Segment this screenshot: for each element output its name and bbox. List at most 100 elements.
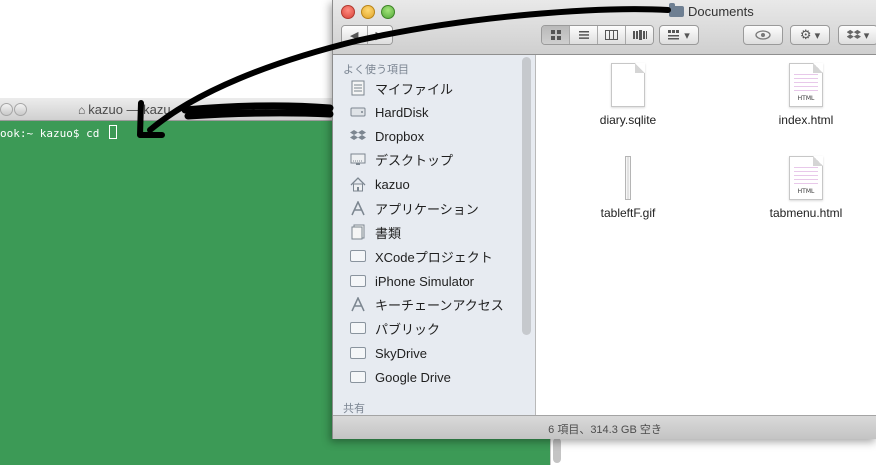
dropbox-button[interactable]: ▾ xyxy=(838,25,876,45)
sidebar-item-label: SkyDrive xyxy=(375,345,428,361)
icon-view-button[interactable] xyxy=(542,26,570,44)
view-mode-control xyxy=(541,25,654,45)
harddisk-icon xyxy=(349,104,367,120)
coverflow-view-button[interactable] xyxy=(626,26,653,44)
arrange-button[interactable]: ▾ xyxy=(659,25,699,45)
file-browser[interactable]: diary.sqlite HTML index.html tableftF.gi… xyxy=(536,55,876,415)
sidebar-item-home[interactable]: kazuo xyxy=(349,173,410,195)
sidebar-item-label: マイファイル xyxy=(375,81,454,97)
folder-icon xyxy=(349,248,367,264)
html-tag: HTML xyxy=(797,188,815,195)
sidebar-item-label: キーチェーンアクセス xyxy=(375,297,504,313)
sidebar-item-google-drive[interactable]: Google Drive xyxy=(349,366,451,388)
dropbox-icon xyxy=(846,29,861,39)
close-button[interactable] xyxy=(341,5,355,19)
terminal-title: ⌂ kazuo — kazu xyxy=(78,102,171,117)
file-name: tableftF.gif xyxy=(600,206,656,220)
sidebar-item-harddisk[interactable]: HardDisk xyxy=(349,101,428,123)
chevron-down-icon: ▾ xyxy=(814,29,821,42)
list-icon xyxy=(578,31,589,39)
sidebar-item-my-files[interactable]: マイファイル xyxy=(349,77,453,99)
desktop-icon xyxy=(349,151,367,167)
window-title: Documents xyxy=(669,3,754,19)
sidebar-item-label: デスクトップ xyxy=(375,152,454,168)
sidebar-scrollbar[interactable] xyxy=(522,57,531,335)
sidebar-item-label: kazuo xyxy=(375,176,410,192)
sidebar-item-xcode-projects[interactable]: XCodeプロジェクト xyxy=(349,245,493,267)
terminal-min-button[interactable] xyxy=(0,103,13,116)
column-view-button[interactable] xyxy=(598,26,626,44)
sidebar-item-label: 書類 xyxy=(375,225,402,241)
sidebar-item-label: アプリケーション xyxy=(375,201,479,217)
sidebar-item-label: Google Drive xyxy=(375,369,451,385)
keychain-icon xyxy=(349,296,367,312)
documents-icon xyxy=(349,80,367,96)
folder-icon xyxy=(669,3,684,17)
arrange-icon xyxy=(668,30,680,40)
finder-window[interactable]: Documents ◀ ▶ ▾ ⚙ ▾ ▾ よく使う項目 マイファイル Hard… xyxy=(332,0,876,439)
file-name: diary.sqlite xyxy=(599,113,657,127)
file-item-tabmenu-html[interactable]: HTML tabmenu.html xyxy=(746,156,866,220)
home-icon xyxy=(349,176,367,192)
action-button[interactable]: ⚙ ▾ xyxy=(790,25,830,45)
terminal-max-button[interactable] xyxy=(14,103,27,116)
minimize-button[interactable] xyxy=(361,5,375,19)
gif-image-icon xyxy=(625,156,631,200)
coverflow-icon xyxy=(632,30,647,40)
columns-icon xyxy=(605,30,618,40)
sidebar-item-skydrive[interactable]: SkyDrive xyxy=(349,342,427,364)
file-name: index.html xyxy=(778,113,834,127)
sidebar-item-public[interactable]: パブリック xyxy=(349,317,440,339)
folder-icon xyxy=(349,320,367,336)
file-item-index-html[interactable]: HTML index.html xyxy=(746,63,866,127)
applications-icon xyxy=(349,200,367,216)
terminal-prompt: ook:~ kazuo$ cd xyxy=(0,127,106,140)
html-file-icon: HTML xyxy=(789,63,823,107)
sidebar-item-iphone-simulator[interactable]: iPhone Simulator xyxy=(349,270,474,292)
chevron-down-icon: ▾ xyxy=(863,29,870,42)
chevron-down-icon: ▾ xyxy=(684,29,690,42)
list-view-button[interactable] xyxy=(570,26,598,44)
back-button[interactable]: ◀ xyxy=(342,26,368,44)
sidebar-item-label: Dropbox xyxy=(375,128,425,144)
terminal-scroll-thumb[interactable] xyxy=(553,438,561,463)
status-bar: 6 項目、314.3 GB 空き xyxy=(333,415,876,439)
eye-icon xyxy=(755,30,771,40)
file-item-diary-sqlite[interactable]: diary.sqlite xyxy=(568,63,688,127)
html-tag: HTML xyxy=(797,95,815,102)
grid-icon xyxy=(550,30,561,40)
terminal-title-text: kazuo — kazu xyxy=(88,102,171,117)
status-text: 6 項目、314.3 GB 空き xyxy=(548,424,662,436)
back-forward-control: ◀ ▶ xyxy=(341,25,393,45)
folder-icon xyxy=(349,345,367,361)
file-item-tableftf-gif[interactable]: tableftF.gif xyxy=(568,156,688,220)
home-icon: ⌂ xyxy=(78,103,86,117)
zoom-button[interactable] xyxy=(381,5,395,19)
sidebar: よく使う項目 マイファイル HardDisk Dropbox デスクトップ ka… xyxy=(333,55,536,415)
documents-folder-icon xyxy=(349,224,367,240)
finder-toolbar: Documents ◀ ▶ ▾ ⚙ ▾ ▾ xyxy=(333,0,876,55)
html-file-icon: HTML xyxy=(789,156,823,200)
folder-icon xyxy=(349,369,367,385)
forward-button[interactable]: ▶ xyxy=(367,26,392,44)
sidebar-item-dropbox[interactable]: Dropbox xyxy=(349,125,424,147)
sidebar-item-keychain-access[interactable]: キーチェーンアクセス xyxy=(349,293,504,315)
gear-icon: ⚙ xyxy=(799,27,812,42)
quick-look-button[interactable] xyxy=(743,25,783,45)
dropbox-icon xyxy=(349,128,367,144)
sidebar-item-documents[interactable]: 書類 xyxy=(349,221,401,243)
folder-icon xyxy=(349,273,367,289)
sidebar-favorites-header: よく使う項目 xyxy=(343,64,409,76)
sidebar-item-desktop[interactable]: デスクトップ xyxy=(349,148,453,170)
sidebar-item-label: HardDisk xyxy=(375,104,429,120)
sidebar-item-label: iPhone Simulator xyxy=(375,273,474,289)
terminal-prompt-line[interactable]: ook:~ kazuo$ cd xyxy=(0,125,117,140)
terminal-cursor xyxy=(108,125,117,139)
sidebar-item-applications[interactable]: アプリケーション xyxy=(349,197,479,219)
document-icon xyxy=(611,63,645,107)
file-name: tabmenu.html xyxy=(769,206,843,220)
sidebar-shared-header: 共有 xyxy=(343,403,365,415)
window-title-text: Documents xyxy=(688,4,754,19)
sidebar-item-label: XCodeプロジェクト xyxy=(375,249,493,265)
sidebar-item-label: パブリック xyxy=(375,321,441,337)
